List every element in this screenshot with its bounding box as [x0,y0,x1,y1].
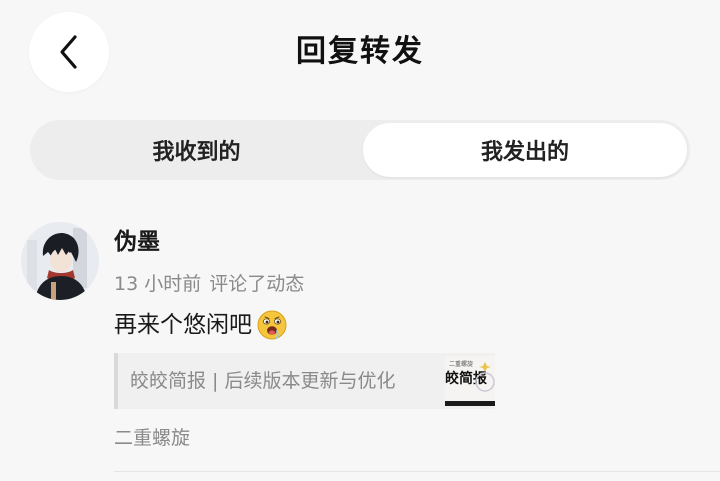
source-label[interactable]: 二重螺旋 [114,424,190,452]
tab-switcher: 我收到的 我发出的 [30,120,690,180]
quoted-post-card[interactable]: 皎皎简报 | 后续版本更新与优化 二重螺旋 皎简报 [114,353,495,409]
avatar-image [21,222,99,300]
top-bar: 回复转发 [0,0,720,108]
comment-content: 再来个悠闲吧 [114,308,288,342]
comment-text: 再来个悠闲吧 [114,312,252,338]
username[interactable]: 伪墨 [114,226,160,258]
item-meta: 13 小时前 评论了动态 [114,270,304,298]
quoted-post-title: 皎皎简报 | 后续版本更新与优化 [130,370,396,392]
timestamp: 13 小时前 [114,273,202,295]
quoted-post-thumbnail: 二重螺旋 皎简报 [445,356,495,406]
divider [114,471,720,472]
tab-received[interactable]: 我收到的 [33,123,360,177]
reply-list-item[interactable]: 伪墨 13 小时前 评论了动态 再来个悠闲吧 皎皎简报 | 后续版本更新与优化 二… [0,200,720,481]
action-text: 评论了动态 [209,273,305,295]
drooling-face-emoji-icon [257,310,287,340]
avatar[interactable] [21,222,99,300]
page-title: 回复转发 [296,34,424,69]
thumbnail-decoration-icon [445,362,495,406]
tab-sent[interactable]: 我发出的 [363,123,687,177]
